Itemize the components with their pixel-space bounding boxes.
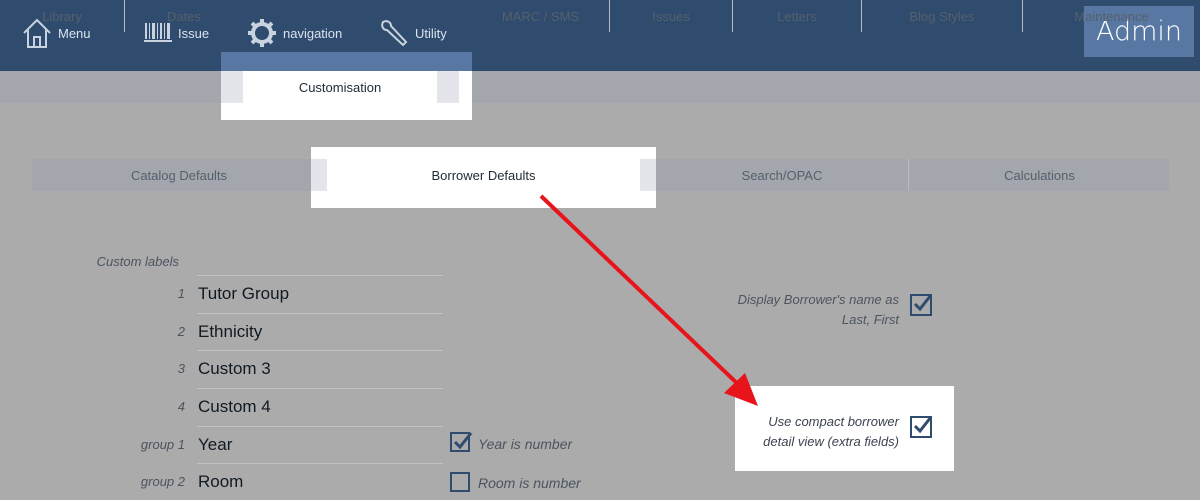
annotation-arrow-icon <box>539 194 758 406</box>
